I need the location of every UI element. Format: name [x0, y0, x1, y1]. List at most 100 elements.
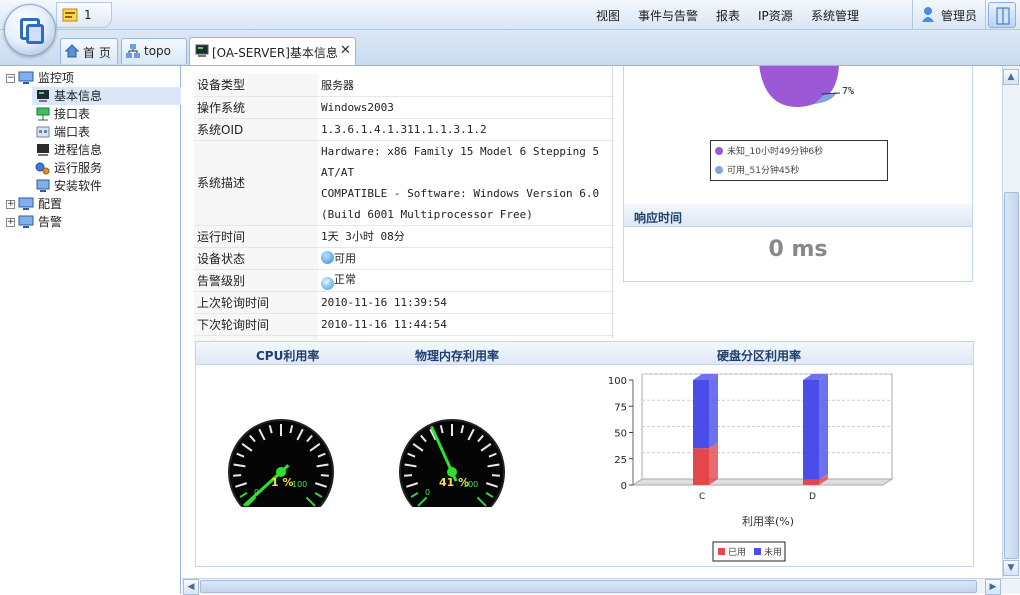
tab-oa-server-label: [OA-SERVER]基本信息: [212, 46, 338, 60]
x-tick-label: D: [809, 492, 816, 502]
disk-usage-chart: 0 25 50 75 100 C D 利用率(%) 已用 未用: [608, 373, 894, 562]
disk-bar-segment: [803, 479, 819, 485]
cpu-gauge: [221, 419, 341, 517]
scroll-right-icon[interactable]: ▶: [985, 579, 1001, 595]
menu-view[interactable]: 视图: [596, 7, 620, 24]
tree-node-alarms[interactable]: 告警: [38, 213, 62, 231]
gauge-tick: [320, 474, 329, 477]
alarm-level-text: 正常: [334, 272, 356, 286]
gauge-max-label: 100: [463, 480, 479, 489]
tab-close-icon[interactable]: ✕: [340, 43, 351, 58]
info-value: 1.3.6.1.4.1.311.1.1.3.1.2: [318, 118, 614, 141]
tree-expand-icon[interactable]: +: [6, 200, 15, 209]
chart-floor: [631, 478, 894, 486]
legend-swatch: [718, 548, 725, 555]
horizontal-scroll-thumb[interactable]: [200, 580, 977, 593]
info-value-alarm-level: ✓ 正常: [318, 269, 614, 292]
table-row: 操作系统 Windows2003: [194, 96, 614, 119]
info-value: 2010-11-16 11:39:54: [318, 291, 614, 314]
tree-node-config[interactable]: 配置: [38, 195, 62, 213]
info-value: 2010-11-16 11:44:54: [318, 313, 614, 336]
scroll-up-icon[interactable]: ▲: [1003, 69, 1019, 85]
vertical-scrollbar[interactable]: ▲ ▼: [1002, 66, 1020, 578]
pie-legend: 未知_10小时49分钟6秒 可用_51分钟45秒: [710, 140, 888, 181]
disk-bar-side: [709, 442, 718, 485]
y-tick-label: 100: [608, 376, 627, 387]
tree-label-installed-software[interactable]: 安装软件: [54, 177, 102, 195]
scroll-down-icon[interactable]: ▼: [1003, 560, 1019, 576]
interface-icon: [36, 107, 50, 121]
disk-title: 硬盘分区利用率: [717, 349, 802, 363]
info-key: 系统描述: [194, 140, 318, 226]
user-name: 管理员: [941, 9, 978, 23]
top-bar: [0, 0, 1020, 30]
info-key: 系统OID: [194, 118, 318, 141]
x-axis-label: 利用率(%): [742, 514, 794, 528]
menu-system-admin[interactable]: 系统管理: [811, 7, 859, 24]
response-time-value: 0 ms: [768, 237, 828, 262]
tab-topo[interactable]: topo: [121, 38, 187, 64]
horizontal-scrollbar[interactable]: ◀ ▶: [182, 578, 1020, 595]
table-row: 系统OID 1.3.6.1.4.1.311.1.1.3.1.2: [194, 118, 614, 141]
info-value-description: Hardware: x86 Family 15 Model 6 Stepping…: [318, 140, 614, 226]
utilization-header: CPU利用率 物理内存利用率 硬盘分区利用率: [196, 342, 973, 365]
tree-label-process-info[interactable]: 进程信息: [54, 141, 102, 159]
alert-icon: [62, 8, 78, 22]
x-tick-label: C: [699, 492, 705, 502]
gear-icon: [35, 162, 50, 175]
gauge-tick: [491, 474, 500, 477]
menu-events-alarms[interactable]: 事件与告警: [638, 7, 698, 24]
cpu-gauge-value: 1 %: [271, 476, 294, 489]
info-key: 下次轮询时间: [194, 313, 318, 336]
menu-ip-resources[interactable]: IP资源: [758, 7, 793, 24]
legend-label: 已用: [728, 547, 746, 558]
tab-oa-server-basic-info[interactable]: [OA-SERVER]基本信息 ✕: [189, 37, 356, 65]
alert-count: 1: [84, 8, 92, 22]
tree-label-interface-table[interactable]: 接口表: [54, 105, 90, 123]
info-value: 1天 3小时 08分: [318, 225, 614, 248]
tree-root-monitor[interactable]: 监控项: [38, 69, 74, 87]
vertical-scroll-thumb[interactable]: [1004, 192, 1019, 559]
tree-label-running-services[interactable]: 运行服务: [54, 159, 102, 177]
user-menu[interactable]: 管理员: [912, 0, 986, 29]
info-value: 服务器: [318, 74, 614, 97]
topo-icon: [126, 44, 140, 58]
menu-reports[interactable]: 报表: [716, 7, 740, 24]
disk-bar-side: [709, 374, 718, 449]
availability-panel: 7% 未知_10小时49分钟6秒 可用_51分钟45秒 响应时间 0 ms: [623, 66, 973, 282]
table-row: 系统描述 Hardware: x86 Family 15 Model 6 Ste…: [194, 140, 614, 226]
legend-swatch-unknown: [715, 147, 723, 155]
table-row: 上次轮询时间 2010-11-16 11:39:54: [194, 291, 614, 314]
y-tick-label: 75: [614, 402, 627, 413]
alert-counter[interactable]: 1: [56, 2, 112, 28]
gauge-tick: [233, 474, 242, 477]
server-icon: [37, 90, 49, 102]
book-icon: [996, 7, 1010, 25]
scroll-left-icon[interactable]: ◀: [183, 579, 199, 595]
app-logo[interactable]: [4, 4, 56, 56]
server-icon: [195, 44, 209, 57]
table-row: 告警级别 ✓ 正常: [194, 269, 614, 292]
port-icon: [36, 126, 50, 138]
legend-label: 未用: [764, 546, 782, 558]
y-tick-label: 25: [614, 455, 627, 466]
cpu-title: CPU利用率: [256, 349, 320, 363]
memory-title: 物理内存利用率: [415, 349, 500, 363]
legend-swatch-available: [715, 166, 723, 174]
y-tick-label: 0: [621, 481, 627, 492]
help-button[interactable]: [988, 2, 1016, 28]
gauge-tick: [404, 474, 413, 477]
tree-expand-icon[interactable]: +: [6, 218, 15, 227]
info-key: 操作系统: [194, 96, 318, 119]
tab-home[interactable]: 首 页: [60, 38, 118, 64]
tree-label-port-table[interactable]: 端口表: [54, 123, 90, 141]
info-key: 设备类型: [194, 74, 318, 97]
description-line: Hardware: x86 Family 15 Model 6 Stepping…: [321, 144, 600, 179]
table-row: 下次轮询时间 2010-11-16 11:44:54: [194, 313, 614, 336]
legend-available: 可用_51分钟45秒: [727, 166, 800, 176]
tree-collapse-icon[interactable]: −: [6, 74, 15, 83]
gauge-min-label: 0: [425, 488, 431, 497]
tree-label-basic-info[interactable]: 基本信息: [54, 87, 102, 105]
table-row: 设备类型 服务器: [194, 74, 614, 97]
device-info-table: 设备类型 服务器 操作系统 Windows2003 系统OID 1.3.6.1.4.1…: [194, 74, 614, 358]
